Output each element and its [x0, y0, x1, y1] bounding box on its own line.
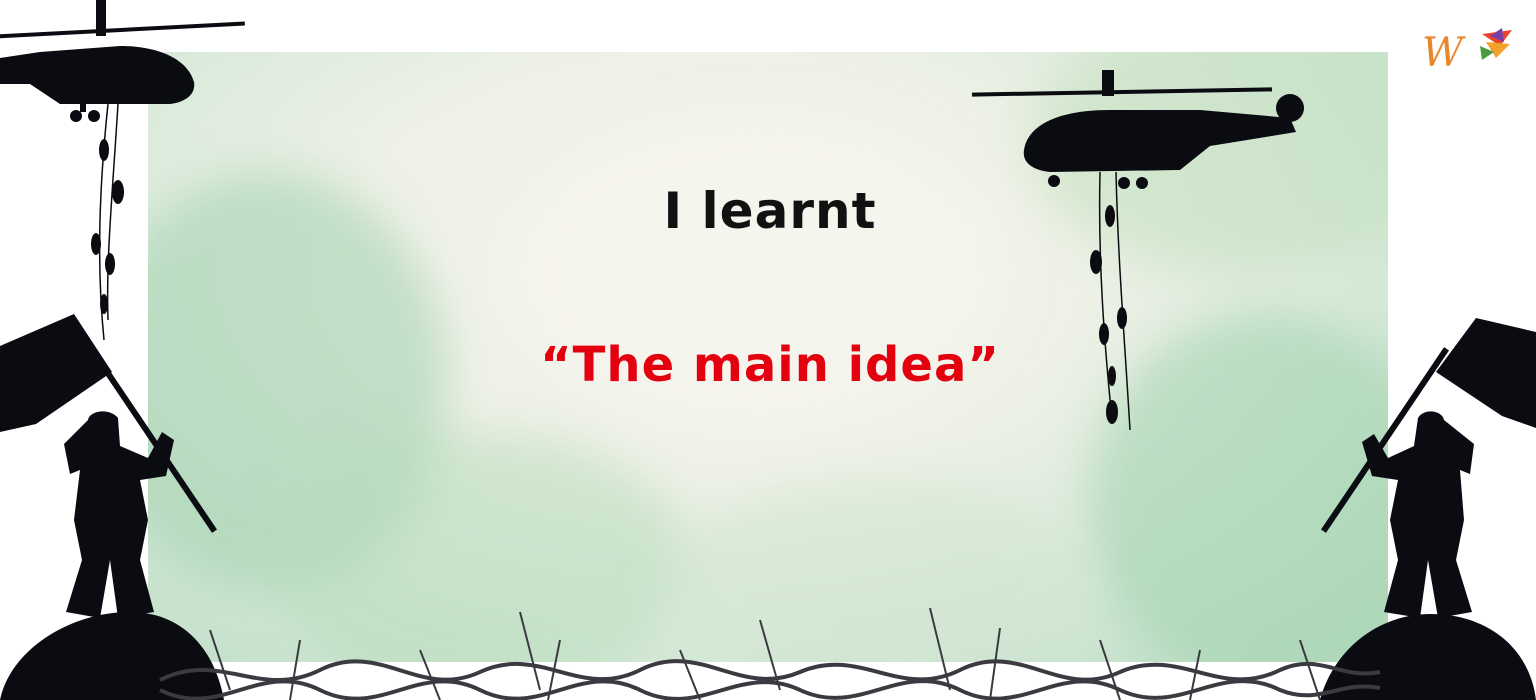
barbed-wire-icon: [159, 607, 1381, 700]
slide: I learnt “The main idea” W: [0, 0, 1536, 700]
logo-letter: W: [1422, 30, 1466, 76]
left-helicopter-icon: [0, 0, 245, 122]
right-helicopter-icon: [971, 70, 1304, 189]
colorful-w-logo-icon: W: [1422, 28, 1512, 76]
military-silhouettes: [0, 0, 1536, 700]
left-soldier-flag-icon: [0, 314, 224, 700]
brand-logo: W: [1420, 24, 1516, 76]
right-soldier-flag-icon: [1320, 318, 1536, 700]
right-rappelling-soldiers: [1098, 171, 1131, 431]
